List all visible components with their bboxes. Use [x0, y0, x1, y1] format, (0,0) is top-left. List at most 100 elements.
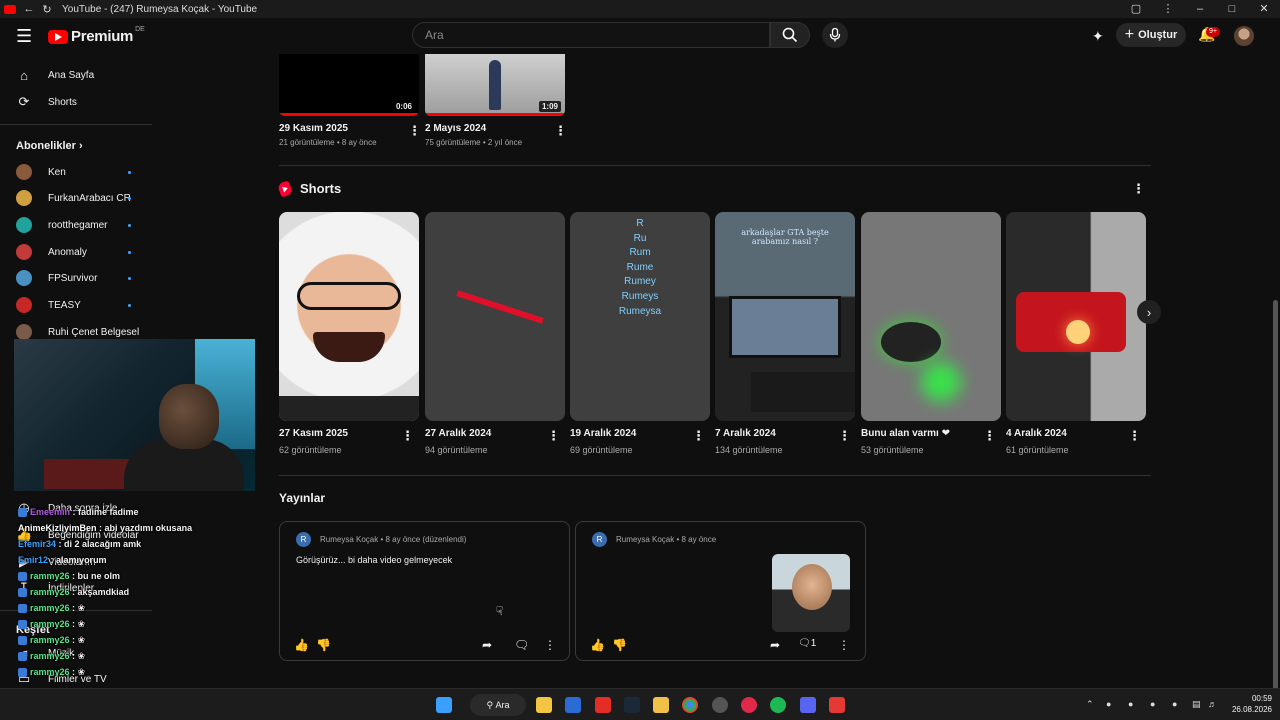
thumbnail-text-scribble: [456, 290, 544, 324]
tray-chevron-icon[interactable]: ⌃: [1086, 699, 1094, 710]
short-more-icon[interactable]: ⋮: [1128, 428, 1141, 444]
short-more-icon[interactable]: ⋮: [692, 428, 705, 444]
search-input[interactable]: [413, 23, 769, 47]
minimize-button[interactable]: –: [1184, 0, 1216, 18]
post-more-icon[interactable]: ⋮: [838, 638, 850, 652]
voice-search-button[interactable]: [822, 22, 848, 48]
video-thumbnail[interactable]: 1:09: [425, 54, 565, 116]
windows-start-icon[interactable]: [436, 697, 452, 713]
close-button[interactable]: ✕: [1248, 0, 1280, 18]
share-icon[interactable]: ➦: [770, 638, 780, 652]
post-author-name[interactable]: Rumeysa Koçak: [616, 535, 674, 544]
short-title[interactable]: 27 Aralık 2024: [425, 428, 491, 439]
short-title[interactable]: 4 Aralık 2024: [1006, 428, 1067, 439]
share-icon[interactable]: ➦: [482, 638, 492, 652]
network-icon[interactable]: ▤: [1192, 699, 1201, 710]
video-title[interactable]: 2 Mayıs 2024: [425, 123, 486, 134]
comment-icon[interactable]: 🗨: [514, 638, 529, 652]
short-thumbnail[interactable]: [279, 212, 419, 421]
youtube-premium-logo[interactable]: Premium DE: [48, 26, 145, 45]
post-image[interactable]: [772, 554, 850, 632]
page-scrollbar[interactable]: [1270, 54, 1280, 714]
short-thumbnail[interactable]: [425, 212, 565, 421]
chat-text: : fadime fadime: [72, 507, 139, 517]
steam-icon[interactable]: [624, 697, 640, 713]
short-thumbnail[interactable]: R Ru Rum Rume Rumey Rumeys Rumeysa: [570, 212, 710, 421]
short-thumbnail[interactable]: [861, 212, 1001, 421]
premium-spark-icon[interactable]: ✦: [1092, 28, 1104, 45]
shorts-next-button[interactable]: ›: [1137, 300, 1161, 324]
short-more-icon[interactable]: ⋮: [547, 428, 560, 444]
dislike-icon[interactable]: 👎: [612, 638, 627, 652]
subscription-item[interactable]: Anomaly: [0, 239, 152, 265]
sidebar-item-shorts[interactable]: ⟳ Shorts: [0, 89, 152, 115]
extensions-icon[interactable]: ▢: [1120, 0, 1152, 18]
thumbnail-overlay-text: Rum: [629, 247, 651, 259]
obs-icon[interactable]: [712, 697, 728, 713]
subscription-item[interactable]: TEASY: [0, 292, 152, 318]
short-title[interactable]: Bunu alan varmı ❤: [861, 428, 950, 439]
short-title[interactable]: 27 Kasım 2025: [279, 428, 348, 439]
search-box[interactable]: [412, 22, 770, 48]
country-code: DE: [135, 26, 145, 33]
short-title[interactable]: 7 Aralık 2024: [715, 428, 776, 439]
tray-app-icon[interactable]: ●: [1128, 699, 1133, 709]
sidebar-item-home[interactable]: ⌂ Ana Sayfa: [0, 62, 152, 88]
shorts-more-icon[interactable]: ⋮: [1132, 181, 1145, 197]
maximize-button[interactable]: □: [1216, 0, 1248, 18]
scrollbar-thumb[interactable]: [1273, 300, 1278, 714]
short-more-icon[interactable]: ⋮: [983, 428, 996, 444]
tray-app-icon[interactable]: ●: [1150, 699, 1155, 709]
short-thumbnail[interactable]: arkadaşlar GTA beşte arabamız nasıl ?: [715, 212, 855, 421]
discord-icon[interactable]: [800, 697, 816, 713]
short-thumbnail[interactable]: [1006, 212, 1146, 421]
post-more-icon[interactable]: ⋮: [544, 638, 556, 652]
community-post[interactable]: R Rumeysa Koçak • 8 ay önce (düzenlendi)…: [279, 521, 570, 661]
spotify-icon[interactable]: [770, 697, 786, 713]
subscription-item[interactable]: FurkanArabacı CR: [0, 185, 152, 211]
comment-button[interactable]: 🗨 1: [798, 638, 816, 649]
chat-user: rammy26: [30, 635, 70, 645]
browser-menu-icon[interactable]: ⋮: [1152, 0, 1184, 18]
back-icon[interactable]: ←: [20, 3, 38, 15]
subscription-item[interactable]: rootthegamer: [0, 212, 152, 238]
subscriptions-header[interactable]: Abonelikler ›: [16, 140, 83, 152]
chrome-icon[interactable]: [682, 697, 698, 713]
file-explorer-icon[interactable]: [653, 697, 669, 713]
account-avatar[interactable]: [1234, 26, 1254, 46]
media-player-icon[interactable]: [741, 697, 757, 713]
chat-text: : abi yazdımı okusana: [99, 523, 193, 533]
channel-avatar: [16, 190, 32, 206]
volume-icon[interactable]: ♬: [1208, 699, 1217, 709]
video-thumbnail[interactable]: 0:06: [279, 54, 419, 116]
menu-icon[interactable]: ☰: [16, 26, 32, 47]
reload-icon[interactable]: ↻: [38, 3, 56, 16]
video-more-icon[interactable]: ⋮: [408, 123, 421, 139]
subscription-item[interactable]: FPSurvivor: [0, 265, 152, 291]
create-label: Oluştur: [1138, 29, 1178, 41]
subscription-item[interactable]: Ken: [0, 159, 152, 185]
youtube-play-icon: [48, 29, 68, 44]
post-author-name[interactable]: Rumeysa Koçak: [320, 535, 378, 544]
plus-icon: +: [1124, 26, 1135, 43]
app-icon[interactable]: [829, 697, 845, 713]
like-icon[interactable]: 👍: [294, 638, 309, 652]
tray-mic-icon[interactable]: ●: [1172, 699, 1177, 709]
taskbar-search[interactable]: ⚲ Ara: [470, 694, 526, 716]
thumbnail-shirt: [279, 396, 419, 421]
short-more-icon[interactable]: ⋮: [401, 428, 414, 444]
video-title[interactable]: 29 Kasım 2025: [279, 123, 348, 134]
short-more-icon[interactable]: ⋮: [838, 428, 851, 444]
app-icon[interactable]: [565, 697, 581, 713]
store-icon[interactable]: [536, 697, 552, 713]
short-title[interactable]: 19 Aralık 2024: [570, 428, 636, 439]
video-more-icon[interactable]: ⋮: [554, 123, 567, 139]
search-button[interactable]: [770, 22, 810, 48]
like-icon[interactable]: 👍: [590, 638, 605, 652]
create-button[interactable]: + Oluştur: [1116, 23, 1186, 47]
tray-steam-icon[interactable]: ●: [1106, 699, 1111, 709]
youtube-app-icon[interactable]: [595, 697, 611, 713]
community-post[interactable]: R Rumeysa Koçak • 8 ay önce 👍 👎 ➦ 🗨 1 ⋮: [575, 521, 866, 661]
taskbar-clock[interactable]: 00:59 26.08.2026: [1226, 693, 1272, 715]
dislike-icon[interactable]: 👎: [316, 638, 331, 652]
